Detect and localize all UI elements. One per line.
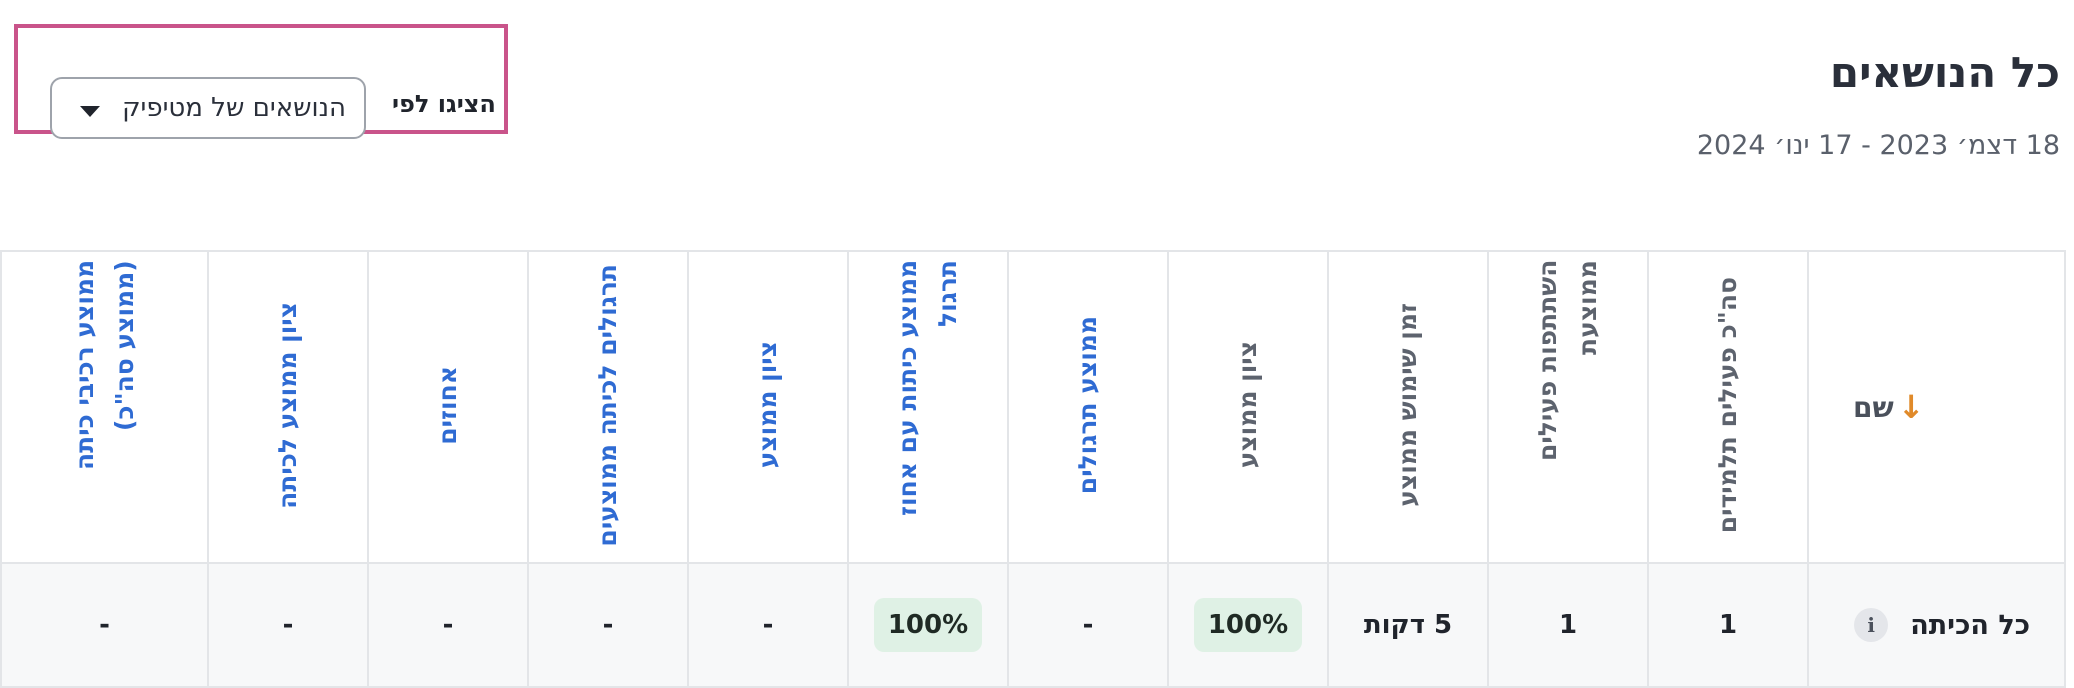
table-cell: 100% <box>847 562 1009 688</box>
table-cell: - <box>367 562 529 688</box>
table-cell: - <box>1007 562 1169 688</box>
cell-value: - <box>602 610 614 640</box>
topic-filter: הציגו לפי הנושאים של מטיפיק <box>14 24 508 139</box>
column-header-link-label[interactable]: ממוצע כיתות עם אחוז תרגול <box>888 260 968 550</box>
table-cell: - <box>207 562 369 688</box>
topic-select-dropdown[interactable]: הנושאים של מטיפיק <box>50 77 366 139</box>
table-cell: 100% <box>1167 562 1329 688</box>
column-header: השתתפות פעילים ממוצעת <box>1487 250 1649 564</box>
column-header-link[interactable]: ממוצע רכיבי כיתה (ממוצע סה"כ) <box>0 250 209 564</box>
cell-value: 5 דקות <box>1363 610 1453 640</box>
cell-value: - <box>99 610 110 640</box>
info-icon[interactable]: i <box>1854 608 1889 642</box>
column-header-link[interactable]: ממוצע תרגולים <box>1007 250 1169 564</box>
date-range: 18 דצמ׳ 2023 - 17 ינו׳ 2024 <box>1696 130 2060 161</box>
page-title: כל הנושאים <box>1829 48 2060 97</box>
table-cell: - <box>687 562 849 688</box>
column-header-link-label[interactable]: ממוצע רכיבי כיתה (ממוצע סה"כ) <box>65 260 145 550</box>
cell-value: - <box>282 610 294 640</box>
topic-select-value: הנושאים של מטיפיק <box>122 93 346 123</box>
cell-value: 1 <box>1558 610 1578 640</box>
name-header-label: שם <box>1853 390 1894 424</box>
cell-value: - <box>442 610 454 640</box>
column-header-link[interactable]: תרגולים לכיתה ממוצעים <box>527 250 689 564</box>
cell-value: - <box>762 610 774 640</box>
cell-value: 1 <box>1718 610 1738 640</box>
column-header-link[interactable]: אחוזים <box>367 250 529 564</box>
row-name-label: כל הכיתה <box>1910 609 2030 641</box>
name-column-header[interactable]: ↓ שם <box>1807 250 2066 564</box>
column-header-link-label[interactable]: ממוצע תרגולים <box>1068 316 1108 494</box>
table-cell: - <box>527 562 689 688</box>
column-header-link-label[interactable]: תרגולים לכיתה ממוצעים <box>588 264 628 547</box>
percent-badge: 100% <box>873 598 983 652</box>
filter-label: הציגו לפי <box>392 90 496 118</box>
table-cell: - <box>0 562 209 688</box>
column-header: זמן שימוש ממוצע <box>1327 250 1489 564</box>
table-cell: 1 <box>1647 562 1809 688</box>
column-header-label: ציון ממוצע <box>1233 341 1262 469</box>
percent-badge: 100% <box>1193 598 1303 652</box>
column-header-link-label[interactable]: ציון ממוצע לכיתה <box>268 302 308 509</box>
column-header-label: סה"כ פעילים תלמידים <box>1713 276 1742 534</box>
column-header-link[interactable]: ציון ממוצע לכיתה <box>207 250 369 564</box>
row-name-cell: כל הכיתה i <box>1807 562 2066 688</box>
column-header-label: זמן שימוש ממוצע <box>1393 303 1422 507</box>
column-header-link[interactable]: ממוצע כיתות עם אחוז תרגול <box>847 250 1009 564</box>
column-header-link[interactable]: ציון ממוצע <box>687 250 849 564</box>
table-header-row: ↓ שם סה"כ פעילים תלמידים השתתפות פעילים … <box>0 250 2066 564</box>
cell-value: - <box>1082 610 1094 640</box>
table-cell: 5 דקות <box>1327 562 1489 688</box>
column-header: סה"כ פעילים תלמידים <box>1647 250 1809 564</box>
table-cell: 1 <box>1487 562 1649 688</box>
caret-down-icon <box>80 106 100 117</box>
column-header: ציון ממוצע <box>1167 250 1329 564</box>
column-header-link-label[interactable]: ציון ממוצע <box>748 341 788 468</box>
arrow-down-icon: ↓ <box>1897 388 1925 426</box>
stats-table: ↓ שם סה"כ פעילים תלמידים השתתפות פעילים … <box>0 250 2066 688</box>
column-header-label: השתתפות פעילים ממוצעת <box>1533 260 1602 462</box>
table-row: כל הכיתה i 1 1 5 דקות 100% - 100% - - - … <box>0 562 2066 688</box>
column-header-link-label[interactable]: אחוזים <box>428 366 468 445</box>
